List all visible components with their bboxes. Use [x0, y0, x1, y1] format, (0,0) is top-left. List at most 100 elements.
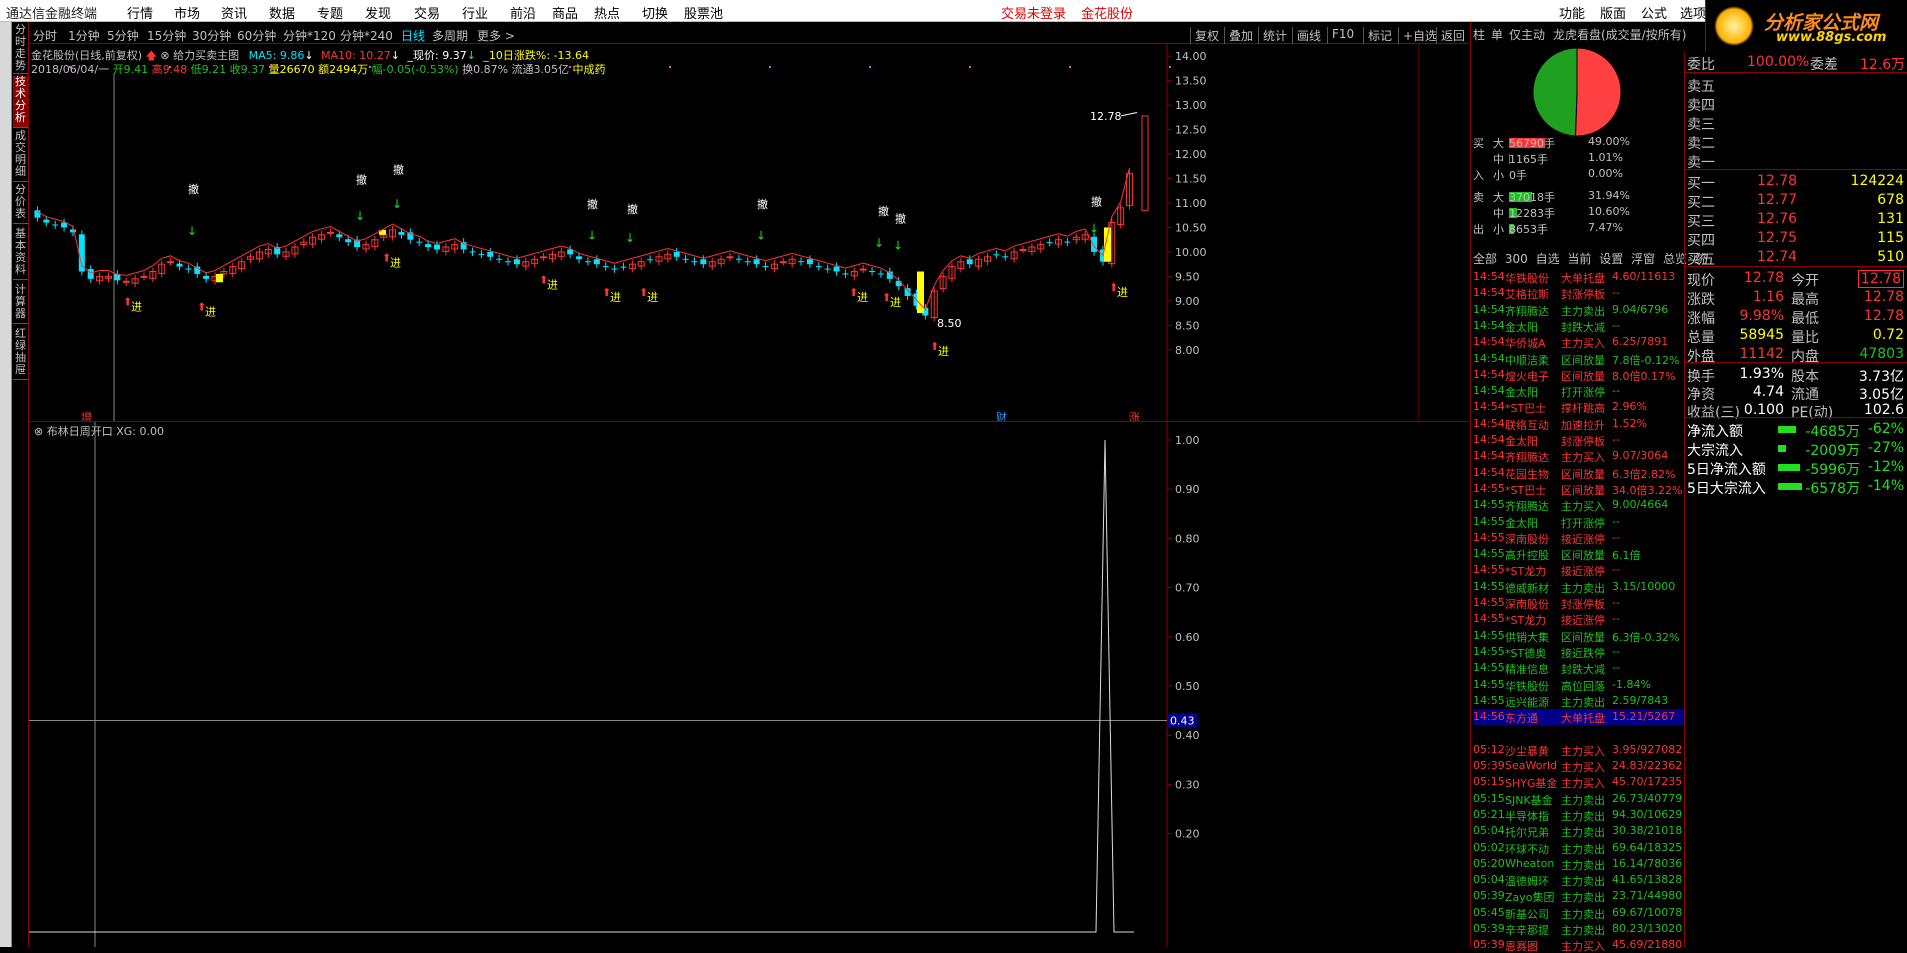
alert-row[interactable]: 05:15 SHYG基金 主力买入 45.70/17235: [1473, 774, 1684, 790]
draw-button[interactable]: 画线: [1292, 27, 1325, 44]
stats-button[interactable]: 统计: [1258, 27, 1291, 44]
period-1min[interactable]: 1分钟: [68, 27, 100, 44]
alert-row[interactable]: 14:55 *ST龙力 接近涨停 --: [1473, 562, 1684, 578]
period-fenshi[interactable]: 分时: [33, 27, 57, 44]
alert-row[interactable]: 05:04 托尔兄弟 主力卖出 30.38/21018: [1473, 823, 1684, 839]
tab-fenshi[interactable]: 分时走势: [13, 24, 28, 74]
menu-item-jiaoyi[interactable]: 交易: [414, 3, 440, 22]
alert-row[interactable]: 05:15 SJNK基金 主力卖出 26.73/40779: [1473, 791, 1684, 807]
fuquan-button[interactable]: 复权: [1190, 27, 1223, 44]
alert-row[interactable]: 14:55 高升控股 区间放量 6.1倍: [1473, 546, 1684, 562]
menu-item-qianyan[interactable]: 前沿: [510, 3, 536, 22]
menu-item-qiehuan[interactable]: 切换: [642, 3, 668, 22]
period-60min[interactable]: 60分钟: [237, 27, 276, 44]
alert-row[interactable]: 14:54 齐翔腾达 主力买入 9.07/3064: [1473, 448, 1684, 464]
alert-row[interactable]: 14:54 联络互动 加速拉升 1.52%: [1473, 416, 1684, 432]
menu-item-shuju[interactable]: 数据: [269, 3, 295, 22]
alert-row[interactable]: 14:54 煌火电子 区间放量 8.0倍0.17%: [1473, 367, 1684, 383]
alert-row[interactable]: 14:56 东方通 大单托盘 15.21/5267: [1473, 709, 1684, 726]
tab-watch[interactable]: 自选: [1536, 252, 1560, 266]
menu-item-gongneng[interactable]: 功能: [1559, 3, 1585, 22]
alert-row[interactable]: 05:02 环球不动 主力卖出 69.64/18325: [1473, 840, 1684, 856]
alert-row[interactable]: 05:39 Zayo集团 主力卖出 23.71/44980: [1473, 888, 1684, 904]
alert-row[interactable]: 14:55 供销大集 区间放量 6.3倍-0.32%: [1473, 628, 1684, 644]
tab-chengjiao[interactable]: 成交明细: [13, 130, 28, 182]
tab-jiben[interactable]: 基本资料: [13, 228, 28, 280]
period-120min[interactable]: 分钟*120: [283, 27, 336, 44]
menu-item-hangqing[interactable]: 行情: [127, 3, 153, 22]
period-more[interactable]: 更多 >: [477, 27, 515, 44]
add-watchlist-button[interactable]: +自选: [1398, 27, 1441, 44]
alert-row[interactable]: 14:55 深南股份 封涨停板 --: [1473, 595, 1684, 611]
indicator-chart[interactable]: 1.00 0.90 0.80 0.70 0.60 0.50 0.40 0.30 0.20 0.4…: [29, 422, 1469, 947]
alert-row[interactable]: 14:55 深南股份 接近涨停 --: [1473, 530, 1684, 546]
menu-item-shangpin[interactable]: 商品: [552, 3, 578, 22]
alert-row[interactable]: 14:54 金太阳 封跌大减 --: [1473, 318, 1684, 334]
alert-row[interactable]: 05:39 辛辛那提 主力卖出 80.23/13020: [1473, 921, 1684, 937]
alert-row[interactable]: 05:21 半导体指 主力卖出 94.30/10629: [1473, 807, 1684, 823]
f10-button[interactable]: F10: [1327, 27, 1358, 44]
tab-all[interactable]: 全部: [1473, 252, 1497, 266]
tab-current[interactable]: 当前: [1567, 252, 1591, 266]
alert-row[interactable]: 05:12 沙尘暴黄 主力买入 3.95/927082: [1473, 742, 1684, 758]
period-day[interactable]: 日线: [401, 27, 425, 44]
alert-row[interactable]: 14:55 *ST巴士 区间放量 34.0倍3.22%: [1473, 481, 1684, 497]
period-240min[interactable]: 分钟*240: [340, 27, 393, 44]
menu-item-xuanxiang[interactable]: 选项: [1680, 3, 1706, 22]
alert-row[interactable]: 14:54 金太阳 打开涨停 --: [1473, 383, 1684, 399]
overlay-button[interactable]: 叠加: [1224, 27, 1257, 44]
alert-row[interactable]: 14:54 中顺洁柔 区间放量 7.8倍-0.12%: [1473, 351, 1684, 367]
menu-item-shichang[interactable]: 市场: [174, 3, 200, 22]
back-button[interactable]: 返回: [1436, 27, 1469, 44]
alert-row[interactable]: 14:55 精准信息 封跌大减 --: [1473, 660, 1684, 676]
current-stock[interactable]: 金花股份: [1081, 3, 1133, 22]
alert-row[interactable]: 14:54 金太阳 封涨停板 --: [1473, 432, 1684, 448]
alert-row[interactable]: 05:20 Wheaton 主力卖出 16.14/78036: [1473, 856, 1684, 872]
menu-item-hangye[interactable]: 行业: [462, 3, 488, 22]
alert-row[interactable]: 14:55 金太阳 打开涨停 --: [1473, 514, 1684, 530]
menu-item-gongshi[interactable]: 公式: [1641, 3, 1667, 22]
mark-button[interactable]: 标记: [1363, 27, 1396, 44]
alert-row[interactable]: 05:04 温德姆环 主力卖出 41.65/13828: [1473, 872, 1684, 888]
tab-zhu[interactable]: 柱: [1473, 26, 1485, 43]
tab-jishu[interactable]: 技术分析: [13, 76, 28, 128]
kline-chart[interactable]: 14.00 13.50 13.00 12.50 12.00 11.50 11.00 10.50…: [29, 44, 1419, 422]
tab-fenjia[interactable]: 分价表: [13, 184, 28, 224]
alert-row[interactable]: 14:55 德威新材 主力卖出 3.15/10000: [1473, 579, 1684, 595]
tab-settings[interactable]: 设置: [1599, 252, 1623, 266]
menu-item-zixun[interactable]: 资讯: [221, 3, 247, 22]
tab-longhu[interactable]: 龙虎看盘(成交量/按所有): [1553, 26, 1686, 43]
login-status[interactable]: 交易未登录: [1001, 3, 1066, 22]
menu-item-banmian[interactable]: 版面: [1600, 3, 1626, 22]
tab-float[interactable]: 浮窗: [1631, 252, 1655, 266]
tab-dan[interactable]: 单: [1491, 26, 1503, 43]
alert-row[interactable]: 14:54 花园生物 区间放量 6.3倍2.82%: [1473, 465, 1684, 481]
period-5min[interactable]: 5分钟: [107, 27, 139, 44]
menu-item-gupiaochi[interactable]: 股票池: [684, 3, 723, 22]
candle-body: [682, 258, 689, 260]
alert-row[interactable]: 14:55 远兴能源 主力卖出 2.59/7843: [1473, 693, 1684, 709]
alert-row[interactable]: 14:54 华侨城A 主力买入 6.25/7891: [1473, 334, 1684, 350]
period-15min[interactable]: 15分钟: [147, 27, 186, 44]
alert-row[interactable]: 14:55 *ST龙力 接近涨停 --: [1473, 611, 1684, 627]
period-multi[interactable]: 多周期: [432, 27, 468, 44]
alert-row[interactable]: 14:54 华铁股份 大单托盘 4.60/11613: [1473, 269, 1684, 285]
alert-row[interactable]: 05:39 恩赛图 主力买入 45.69/21880: [1473, 937, 1684, 953]
tab-300[interactable]: 300: [1505, 252, 1528, 266]
tab-jisuanqi[interactable]: 计算器: [13, 284, 28, 324]
menu-item-zhuanti[interactable]: 专题: [317, 3, 343, 22]
alert-row[interactable]: 14:55 齐翔腾达 主力买入 9.00/4664: [1473, 497, 1684, 513]
alert-row[interactable]: 14:54 艾格拉斯 封涨停板 --: [1473, 285, 1684, 301]
tab-hongluchouti[interactable]: 红绿抽屉: [13, 328, 28, 380]
alert-row[interactable]: 05:45 新基公司 主力卖出 69.67/10078: [1473, 905, 1684, 921]
menu-item-redian[interactable]: 热点: [594, 3, 620, 22]
menu-item-faxian[interactable]: 发现: [365, 3, 391, 22]
alert-row[interactable]: 14:54 齐翔腾达 主力卖出 9.04/6796: [1473, 302, 1684, 318]
alert-row[interactable]: 14:55 华铁股份 高位回落 -1.84%: [1473, 677, 1684, 693]
period-30min[interactable]: 30分钟: [192, 27, 231, 44]
alert-row[interactable]: 14:54 *ST巴士 撑杆跳高 2.96%: [1473, 399, 1684, 415]
alert-row[interactable]: [1473, 725, 1684, 741]
alert-row[interactable]: 05:39 SeaWorld 主力买入 24.83/22362: [1473, 758, 1684, 774]
alert-row[interactable]: 14:55 *ST德奥 接近跌停 --: [1473, 644, 1684, 660]
tab-zhudong[interactable]: 仅主动: [1509, 26, 1545, 43]
